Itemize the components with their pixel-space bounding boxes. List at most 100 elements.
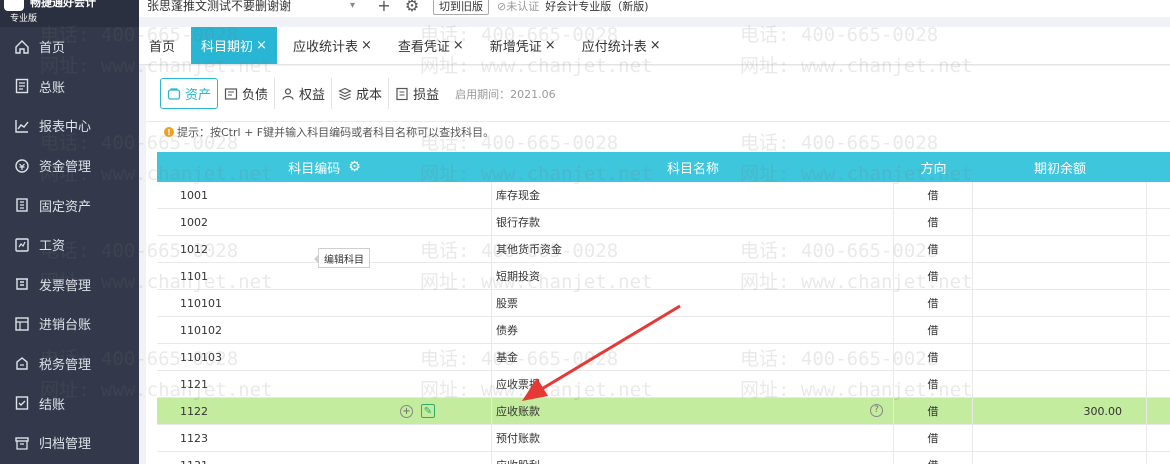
account-code: 1121	[180, 377, 208, 391]
add-icon[interactable]: +	[400, 404, 413, 418]
cell-balance[interactable]	[973, 236, 1147, 262]
cell-code: 1002	[157, 209, 492, 235]
sidebar-item-5[interactable]: 工资	[0, 225, 139, 265]
close-icon[interactable]: ×	[650, 38, 661, 53]
cell-balance[interactable]	[973, 182, 1147, 208]
equity-icon	[281, 87, 295, 101]
table-row[interactable]: 1122 + ✎ 应收账款? 借 300.00	[157, 398, 1170, 425]
table-row[interactable]: 1121 应收票据 借	[157, 371, 1170, 398]
logo-mark-icon	[4, 0, 24, 11]
sidebar-item-label: 结账	[39, 397, 66, 413]
cell-balance[interactable]	[973, 425, 1147, 451]
logo-subtitle: 专业版	[10, 14, 38, 24]
close-icon[interactable]: ×	[453, 38, 464, 53]
tab-5[interactable]: 应付统计表 ×	[572, 27, 671, 64]
info-icon: !	[164, 127, 174, 137]
account-table: 科目编码 ⚙ 科目名称 方向 期初余额 1001 库存现金借 1002 银行存款借 10…	[157, 152, 1170, 464]
cell-name: 其他货币资金	[492, 236, 894, 262]
sidebar-item-3[interactable]: 资金管理	[0, 146, 139, 186]
tab-0[interactable]: 首页	[139, 27, 185, 64]
cell-balance[interactable]	[973, 371, 1147, 397]
switch-version-button[interactable]: 切到旧版	[433, 0, 489, 15]
tab-3[interactable]: 查看凭证 ×	[388, 27, 474, 64]
account-code: 1002	[180, 215, 208, 229]
cell-balance[interactable]	[973, 452, 1147, 464]
account-code: 1122	[180, 404, 208, 418]
invoice-icon	[14, 276, 30, 292]
cell-code: 1131	[157, 452, 492, 464]
tab-1[interactable]: 科目期初 ×	[191, 27, 277, 64]
ledger-icon	[14, 78, 30, 94]
cell-direction: 借	[894, 290, 973, 316]
close-icon[interactable]: ×	[256, 38, 267, 53]
cell-direction: 借	[894, 209, 973, 235]
salary-icon	[14, 237, 30, 253]
sidebar-item-7[interactable]: 进销台账	[0, 304, 139, 344]
subtab-label: 权益	[299, 88, 326, 103]
sidebar-item-6[interactable]: 发票管理	[0, 265, 139, 305]
tab-label: 应收统计表	[292, 40, 358, 55]
sidebar-item-2[interactable]: 报表中心	[0, 106, 139, 146]
sidebar-item-label: 首页	[39, 41, 66, 57]
account-name: 其他货币资金	[496, 243, 562, 256]
account-name: 银行存款	[496, 216, 540, 229]
sidebar-item-9[interactable]: 结账	[0, 383, 139, 423]
cell-code: 1121	[157, 371, 492, 397]
header-balance: 期初余额	[1033, 161, 1086, 177]
table-row[interactable]: 110102 债券 借	[157, 317, 1170, 344]
tab-4[interactable]: 新增凭证 ×	[480, 27, 566, 64]
gear-icon[interactable]: ⚙	[405, 0, 419, 15]
sidebar-item-label: 固定资产	[39, 199, 92, 215]
tax-icon	[14, 356, 30, 372]
gear-icon[interactable]: ⚙	[348, 159, 361, 175]
close-icon[interactable]: ×	[545, 38, 556, 53]
cell-name: 应收账款?	[492, 398, 894, 424]
sidebar-item-10[interactable]: 归档管理	[0, 423, 139, 463]
tab-label: 科目期初	[201, 40, 254, 55]
edit-icon[interactable]: ✎	[421, 404, 435, 418]
table-row[interactable]: 1001 库存现金 借	[157, 182, 1170, 209]
table-row[interactable]: 1002 银行存款 借	[157, 209, 1170, 236]
subtab-1[interactable]: 负债	[218, 78, 276, 109]
sidebar-item-label: 资金管理	[39, 160, 92, 176]
table-row[interactable]: 110103 基金 借	[157, 344, 1170, 371]
logo: 畅捷通好会计 专业版	[0, 0, 139, 27]
company-selector[interactable]: 张思蓬推文测试不要删谢谢 ▾	[147, 0, 363, 14]
cell-balance[interactable]	[973, 290, 1147, 316]
table-row[interactable]: 1131 应收股利 借	[157, 452, 1170, 464]
close-icon[interactable]: ×	[361, 38, 372, 53]
sidebar-item-label: 归档管理	[39, 437, 92, 453]
table-row[interactable]: 1012 其他货币资金 借	[157, 236, 1170, 263]
cell-direction: 借	[894, 452, 973, 464]
cell-name: 应收票据	[492, 371, 894, 397]
cell-balance[interactable]: 300.00	[973, 398, 1147, 424]
cell-balance[interactable]	[973, 344, 1147, 370]
subtab-2[interactable]: 权益	[275, 78, 333, 109]
sidebar-item-8[interactable]: 税务管理	[0, 344, 139, 384]
cell-direction: 借	[894, 263, 973, 289]
row-tools: + ✎	[400, 404, 435, 418]
subtab-4[interactable]: 损益	[389, 78, 445, 109]
edit-account-tooltip: 编辑科目	[314, 248, 370, 268]
help-icon[interactable]: ?	[870, 404, 883, 417]
table-row[interactable]: 110101 股票 借	[157, 290, 1170, 317]
table-row[interactable]: 1123 预付账款 借	[157, 425, 1170, 452]
sidebar-item-1[interactable]: 总账	[0, 67, 139, 107]
table-row[interactable]: 1101 短期投资 借	[157, 263, 1170, 290]
subtab-3[interactable]: 成本	[332, 78, 390, 109]
account-code: 110101	[180, 296, 222, 310]
account-code: 1101	[180, 269, 208, 283]
cell-balance[interactable]	[973, 209, 1147, 235]
cell-balance[interactable]	[973, 317, 1147, 343]
cell-balance[interactable]	[973, 263, 1147, 289]
subtab-0[interactable]: 资产	[160, 78, 219, 109]
sidebar-item-0[interactable]: 首页	[0, 27, 139, 67]
search-tip-text: 提示：按Ctrl + F键并输入科目编码或者科目名称可以查找科目。	[177, 126, 495, 139]
sidebar-item-4[interactable]: 固定资产	[0, 185, 139, 225]
plus-icon[interactable]: +	[377, 0, 391, 15]
cell-direction: 借	[894, 344, 973, 370]
asset-icon	[167, 87, 181, 101]
checkout-icon	[14, 395, 30, 411]
tab-label: 首页	[149, 40, 176, 55]
tab-2[interactable]: 应收统计表 ×	[283, 27, 382, 64]
